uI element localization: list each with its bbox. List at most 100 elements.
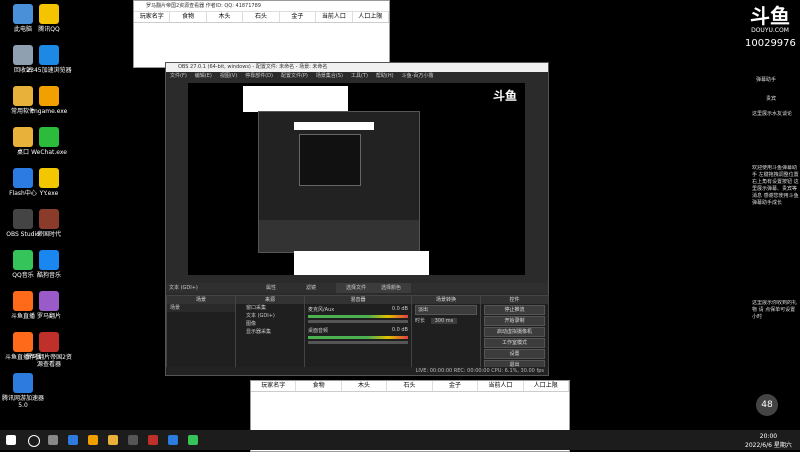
column-header[interactable]: 木头	[207, 12, 244, 22]
control-button[interactable]: 开始录制	[484, 316, 545, 326]
source-item[interactable]: 窗口采集	[236, 304, 304, 312]
mixer-dock-title: 混音器	[305, 296, 411, 304]
status-bar: LIVE: 00:00:00 REC: 00:00:00 CPU: 6.1%, …	[166, 367, 548, 375]
column-header[interactable]: 金子	[433, 381, 479, 391]
channel-db: 0.0 dB	[391, 327, 408, 333]
column-header[interactable]: 当前人口	[316, 12, 353, 22]
menu-item[interactable]: 帮助(H)	[376, 72, 394, 81]
desktop-icon-label: cngame.exe	[30, 108, 68, 115]
room-id: 10029976	[745, 38, 796, 49]
mixer-channel: 麦克风/Aux 0.0 dB	[305, 304, 411, 325]
channel-name: 麦克风/Aux	[308, 307, 335, 313]
volume-slider[interactable]	[308, 341, 408, 344]
desktop-icon-label: 酷狗音乐	[36, 272, 61, 279]
desktop-icon[interactable]: YY.exe	[26, 168, 72, 197]
menu-item[interactable]: 斗鱼-百万小撸	[402, 72, 434, 81]
column-header[interactable]: 食物	[170, 12, 207, 22]
control-button[interactable]: 工作室模式	[484, 338, 545, 348]
menu-item[interactable]: 编辑(E)	[195, 72, 212, 81]
preview-canvas[interactable]: 斗鱼	[188, 83, 525, 275]
control-button[interactable]: 停止推流	[484, 305, 545, 315]
column-header[interactable]: 金子	[280, 12, 317, 22]
column-header[interactable]: 当前人口	[478, 381, 524, 391]
column-header[interactable]: 人口上限	[353, 12, 389, 22]
desktop-icon-label: 腾讯网游加速器5.0	[1, 395, 44, 409]
desktop-icon[interactable]: 腾讯网游加速器5.0	[0, 373, 46, 409]
nested-window	[243, 86, 348, 112]
browser-icon[interactable]	[68, 435, 78, 445]
menu-item[interactable]: 配置文件(P)	[281, 72, 308, 81]
desktop-icon[interactable]: 腾讯QQ	[26, 4, 72, 33]
aoe-icon[interactable]	[148, 435, 158, 445]
filters-button[interactable]: 滤镜	[306, 283, 316, 293]
app2-icon[interactable]	[188, 435, 198, 445]
column-header[interactable]: 食物	[296, 381, 342, 391]
obs-window[interactable]: OBS 27.0.1 (64-bit, windows) - 配置文件: 未命名…	[165, 62, 549, 376]
desktop-icon-label: 罗马翻片帝国2资源查看器	[26, 354, 72, 368]
control-button[interactable]: 启动虚拟摄像机	[484, 327, 545, 337]
douyu-domain: DOUYU.COM	[751, 27, 789, 34]
duration-input[interactable]: 300 ms	[430, 318, 458, 324]
task-view-icon[interactable]	[48, 435, 58, 445]
desktop-icon[interactable]: 2345加速浏览器	[26, 45, 72, 74]
nested-window-2	[294, 251, 429, 275]
chat-line-2: 欢迎使用斗鱼弹幕助手 左键拖拽调整位置 右上角有设置按钮 这里展示弹幕、贵宾等消…	[752, 165, 799, 206]
desktop-icon[interactable]: 罗马翻片	[26, 291, 72, 320]
source-item[interactable]: 文本 (GDI+)	[236, 312, 304, 320]
app-icon	[39, 127, 59, 147]
windows-start-icon[interactable]	[6, 435, 16, 445]
desktop-icon[interactable]: cngame.exe	[26, 86, 72, 115]
scene-item[interactable]: 场景	[167, 304, 235, 312]
nested-obs	[258, 111, 420, 253]
column-header[interactable]: 玩家名字	[134, 12, 171, 22]
search-icon[interactable]	[28, 435, 40, 447]
column-header[interactable]: 玩家名字	[251, 381, 297, 391]
desktop-icon[interactable]: 帝国时代	[26, 209, 72, 238]
menu-item[interactable]: 文件(F)	[170, 72, 187, 81]
mixer-dock: 混音器 麦克风/Aux 0.0 dB 桌面音频 0.0 dB	[304, 295, 412, 369]
game-icon[interactable]	[88, 435, 98, 445]
menu-item[interactable]: 视图(V)	[220, 72, 237, 81]
app-icon[interactable]	[168, 435, 178, 445]
obs-title: OBS 27.0.1 (64-bit, windows) - 配置文件: 未命名…	[166, 63, 548, 72]
column-header[interactable]: 人口上限	[524, 381, 569, 391]
clock[interactable]: 20:00 2022/6/6 星期六	[745, 433, 792, 449]
menu-item[interactable]: 场景集合(S)	[316, 72, 343, 81]
mixer-channel: 桌面音频 0.0 dB	[305, 325, 411, 346]
properties-button[interactable]: 属性	[266, 283, 276, 293]
app-icon	[39, 250, 59, 270]
table-header: 玩家名字 食物 木头 石头 金子 当前人口 人口上限	[134, 12, 389, 23]
source-label: 文本 (GDI+)	[169, 285, 198, 291]
app-icon	[13, 373, 33, 393]
controls-dock: 控件 停止推流 开始录制 启动虚拟摄像机 工作室模式 设置 退出	[480, 295, 549, 370]
obs-menubar: 文件(F) 编辑(E) 视图(V) 停靠部件(D) 配置文件(P) 场景集合(S) 工具(T…	[166, 72, 548, 81]
app-icon	[39, 209, 59, 229]
taskbar: 20:00 2022/6/6 星期六	[0, 430, 800, 450]
menu-item[interactable]: 工具(T)	[351, 72, 368, 81]
transition-select[interactable]: 淡出	[415, 305, 477, 315]
choose-color-button[interactable]: 选择颜色	[371, 283, 412, 293]
source-item[interactable]: 显示器采集	[236, 328, 304, 336]
resource-viewer-window-top[interactable]: 罗马翻片帝国2资源查看器 作者ID: QQ: 41871789 玩家名字 食物 木头…	[133, 0, 390, 68]
app-icon	[39, 4, 59, 24]
volume-slider[interactable]	[308, 320, 408, 323]
desktop-icon[interactable]: WeChat.exe	[26, 127, 72, 156]
control-button[interactable]: 设置	[484, 349, 545, 359]
column-header[interactable]: 石头	[243, 12, 280, 22]
desktop-icon[interactable]: 罗马翻片帝国2资源查看器	[26, 332, 72, 368]
net-speed-badge[interactable]: 48	[756, 394, 778, 416]
source-item[interactable]: 图像	[236, 320, 304, 328]
clock-date: 2022/6/6 星期六	[745, 442, 792, 449]
select-file-button[interactable]: 选择文件	[336, 283, 377, 293]
folder-icon[interactable]	[108, 435, 118, 445]
desktop-icon[interactable]: 酷狗音乐	[26, 250, 72, 279]
app-icon	[39, 291, 59, 311]
scenes-dock-title: 场景	[167, 296, 235, 304]
column-header[interactable]: 木头	[342, 381, 388, 391]
obs-icon[interactable]	[128, 435, 138, 445]
clock-time: 20:00	[759, 433, 778, 440]
menu-item[interactable]: 停靠部件(D)	[245, 72, 273, 81]
column-header[interactable]: 石头	[387, 381, 433, 391]
controls-dock-title: 控件	[481, 296, 548, 304]
app-icon	[39, 168, 59, 188]
